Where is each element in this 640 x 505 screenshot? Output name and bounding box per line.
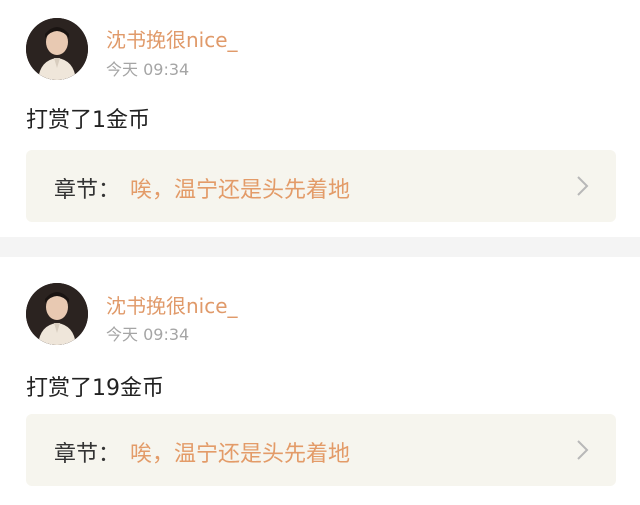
chapter-link[interactable]: 章节： 唉，温宁还是头先着地 bbox=[26, 150, 616, 222]
section-divider bbox=[0, 237, 640, 257]
username[interactable]: 沈书挽很nice_ bbox=[106, 24, 238, 53]
avatar[interactable] bbox=[26, 18, 88, 80]
chapter-title: 唉，温宁还是头先着地 bbox=[130, 442, 351, 467]
reward-text: 打赏了1金币 bbox=[26, 108, 150, 133]
reward-text: 打赏了19金币 bbox=[26, 376, 164, 401]
chevron-right-icon bbox=[577, 440, 589, 460]
reward-item: 沈书挽很nice_ 今天 09:34 打赏了19金币 章节： 唉，温宁还是头先着… bbox=[0, 257, 640, 505]
chevron-right-icon bbox=[577, 176, 589, 196]
chapter-link[interactable]: 章节： 唉，温宁还是头先着地 bbox=[26, 414, 616, 486]
chapter-title: 唉，温宁还是头先着地 bbox=[130, 178, 351, 203]
avatar[interactable] bbox=[26, 283, 88, 345]
reward-item: 沈书挽很nice_ 今天 09:34 打赏了1金币 章节： 唉，温宁还是头先着地 bbox=[0, 0, 640, 237]
chapter-prefix: 章节： bbox=[54, 178, 121, 203]
timestamp: 今天 09:34 bbox=[106, 325, 190, 344]
chapter-prefix: 章节： bbox=[54, 442, 121, 467]
avatar-image bbox=[26, 18, 88, 80]
username[interactable]: 沈书挽很nice_ bbox=[106, 290, 238, 319]
timestamp: 今天 09:34 bbox=[106, 60, 190, 79]
avatar-image bbox=[26, 283, 88, 345]
